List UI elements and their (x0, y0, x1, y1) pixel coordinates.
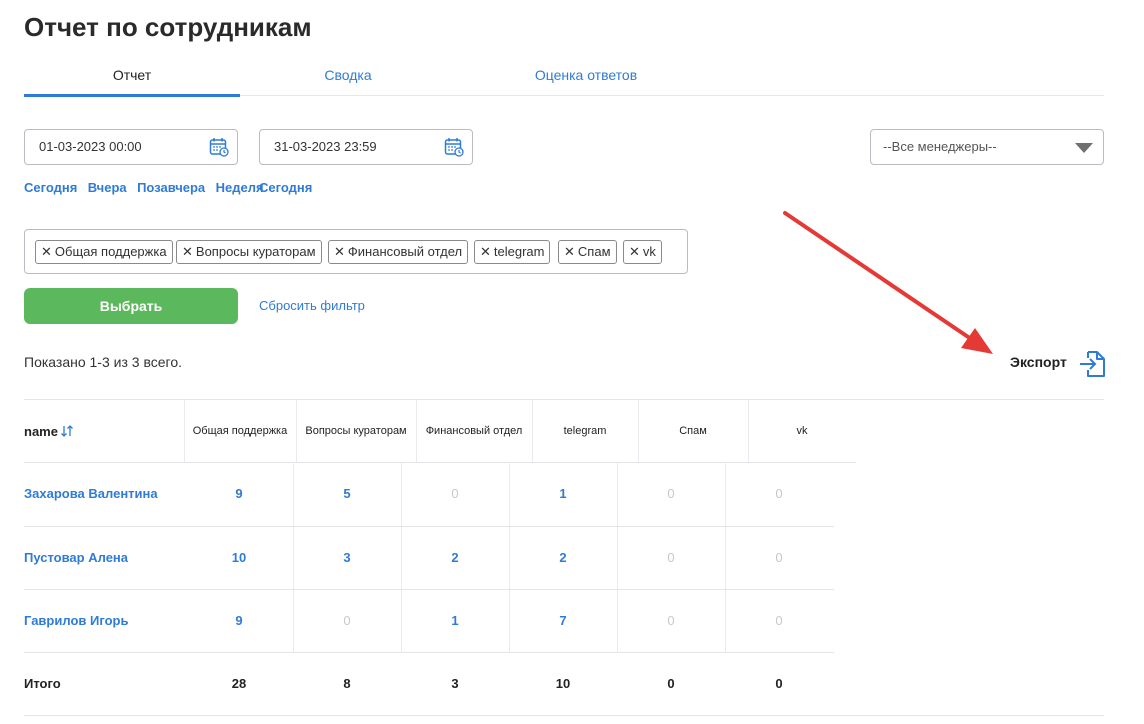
table-cell[interactable]: 3 (317, 550, 377, 565)
filter-tag-label: vk (642, 244, 656, 259)
manager-select-value: --Все менеджеры-- (883, 139, 997, 154)
close-icon[interactable]: ✕ (334, 244, 345, 259)
date-from-value: 01-03-2023 00:00 (39, 139, 142, 154)
table-cell: 0 (451, 486, 459, 501)
column-divider (725, 462, 726, 652)
table-cell[interactable]: 10 (209, 550, 269, 565)
close-icon[interactable]: ✕ (564, 244, 575, 259)
column-divider (296, 399, 297, 462)
manager-select[interactable]: --Все менеджеры-- (870, 129, 1104, 165)
column-divider (416, 399, 417, 462)
quick-link-today[interactable]: Сегодня (24, 180, 77, 195)
table-cell: 0 (667, 613, 675, 628)
column-divider (509, 462, 510, 652)
table-cell[interactable]: 1 (425, 613, 485, 628)
tabs: Отчет Сводка Оценка ответов (24, 64, 1104, 97)
close-icon[interactable]: ✕ (41, 244, 52, 259)
table-cell[interactable]: 9 (209, 613, 269, 628)
filter-tag[interactable]: ✕ vk (623, 240, 662, 264)
total-cell: 3 (451, 676, 459, 691)
column-header-name[interactable]: name (24, 424, 58, 439)
table-cell[interactable]: 9 (209, 486, 269, 501)
table-cell: 0 (667, 486, 675, 501)
total-cell: 8 (343, 676, 351, 691)
tag-filter-box[interactable]: ✕ Общая поддержка ✕ Вопросы кураторам ✕ Фин… (24, 229, 688, 274)
row-divider (24, 526, 834, 527)
calendar-icon[interactable] (209, 137, 229, 157)
column-header: Общая поддержка (192, 425, 288, 437)
total-cell: 10 (555, 676, 571, 691)
results-summary: Показано 1-3 из 3 всего. (24, 354, 182, 370)
date-to-value: 31-03-2023 23:59 (274, 139, 377, 154)
calendar-icon[interactable] (444, 137, 464, 157)
reset-filter-link[interactable]: Сбросить фильтр (259, 298, 365, 313)
quick-link-yesterday[interactable]: Вчера (88, 180, 127, 195)
table-cell[interactable]: 1 (533, 486, 593, 501)
tab-report[interactable]: Отчет (24, 64, 240, 97)
column-divider (638, 399, 639, 462)
total-cell: 0 (775, 676, 783, 691)
close-icon[interactable]: ✕ (182, 244, 193, 259)
filter-tag-label: telegram (493, 244, 545, 259)
row-divider (24, 462, 856, 463)
filter-tag-label: Общая поддержка (54, 244, 167, 259)
filter-tag[interactable]: ✕ Общая поддержка (35, 240, 173, 264)
export-button[interactable]: Экспорт (1010, 354, 1067, 370)
annotation-arrow (783, 211, 993, 354)
page-title: Отчет по сотрудникам (24, 12, 312, 42)
column-divider (401, 462, 402, 652)
filter-tag-label: Финансовый отдел (347, 244, 463, 259)
column-divider (748, 399, 749, 462)
filter-tag[interactable]: ✕ telegram (474, 240, 551, 264)
total-label: Итого (24, 676, 61, 691)
column-divider (532, 399, 533, 462)
column-divider (184, 399, 185, 462)
quick-to-links: Сегодня (259, 179, 312, 197)
filter-tag[interactable]: ✕ Финансовый отдел (328, 240, 469, 264)
tab-answer-rating[interactable]: Оценка ответов (456, 64, 716, 96)
column-header: telegram (563, 425, 607, 437)
employee-link[interactable]: Пустовар Алена (24, 550, 128, 565)
quick-link-today-to[interactable]: Сегодня (259, 180, 312, 195)
table-bottom-border (24, 715, 1104, 716)
total-cell: 28 (231, 676, 247, 691)
quick-link-day-before[interactable]: Позавчера (137, 180, 205, 195)
table-cell[interactable]: 7 (533, 613, 593, 628)
close-icon[interactable]: ✕ (629, 244, 640, 259)
table-cell[interactable]: 2 (425, 550, 485, 565)
chevron-down-icon (1075, 143, 1093, 153)
date-to-input[interactable]: 31-03-2023 23:59 (259, 129, 473, 165)
table-cell: 0 (343, 613, 351, 628)
column-divider (617, 462, 618, 652)
column-header: Финансовый отдел (425, 425, 523, 437)
tab-summary[interactable]: Сводка (240, 64, 456, 96)
close-icon[interactable]: ✕ (480, 244, 491, 259)
table-cell: 0 (775, 613, 783, 628)
quick-from-links: Сегодня Вчера Позавчера Неделя (24, 179, 270, 197)
export-icon[interactable] (1078, 349, 1106, 379)
employee-link[interactable]: Гаврилов Игорь (24, 613, 128, 628)
date-from-input[interactable]: 01-03-2023 00:00 (24, 129, 238, 165)
column-header: vk (796, 425, 808, 437)
table-cell[interactable]: 2 (533, 550, 593, 565)
column-divider (293, 462, 294, 652)
sort-icon[interactable] (60, 424, 74, 438)
table-cell: 0 (775, 486, 783, 501)
row-divider (24, 652, 834, 653)
column-header: Спам (679, 425, 707, 437)
quick-link-week[interactable]: Неделя (216, 180, 264, 195)
table-cell: 0 (667, 550, 675, 565)
employee-link[interactable]: Захарова Валентина (24, 486, 158, 501)
column-header: Вопросы кураторам (305, 425, 407, 437)
table-cell: 0 (775, 550, 783, 565)
row-divider (24, 589, 834, 590)
filter-tag[interactable]: ✕ Спам (558, 240, 617, 264)
submit-button[interactable]: Выбрать (24, 288, 238, 324)
table-cell[interactable]: 5 (317, 486, 377, 501)
filter-tag-label: Спам (577, 244, 611, 259)
filter-tag-label: Вопросы кураторам (195, 244, 316, 259)
filter-tag[interactable]: ✕ Вопросы кураторам (176, 240, 322, 264)
total-cell: 0 (667, 676, 675, 691)
table-top-border (24, 399, 1104, 400)
